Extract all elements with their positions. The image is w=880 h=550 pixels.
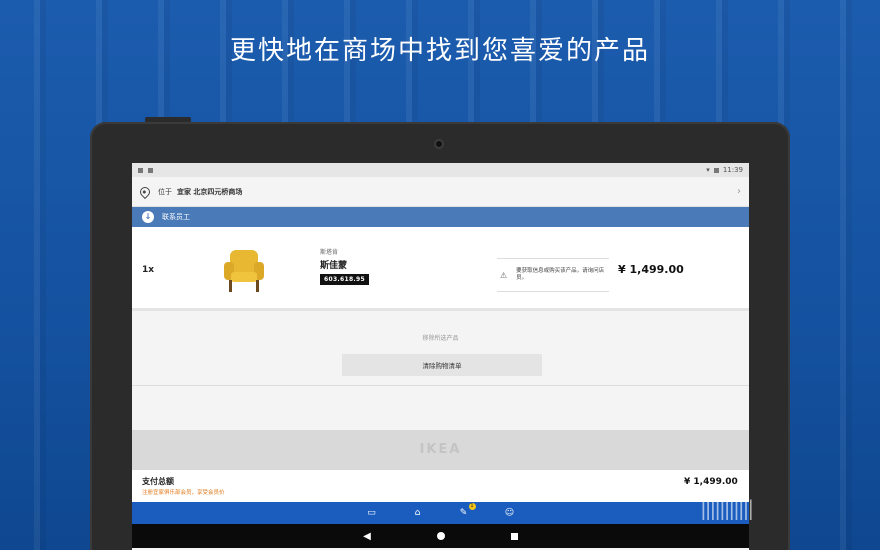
system-navigation: ◀ [132, 524, 749, 548]
product-name: 斯佳蒙 [320, 261, 348, 271]
home-icon[interactable] [436, 532, 445, 540]
app-screen: ▾ 11:39 位于 宜家 北京四元桥商场 › ↓ 联系员工 1x 斯塔肯 斯佳… [132, 163, 749, 550]
bottom-navigation: ▭ ⌂ ✎ 1 ☺ [132, 502, 749, 524]
promo-headline: 更快地在商场中找到您喜爱的产品 [229, 36, 650, 66]
status-time: 11:39 [722, 166, 743, 174]
total-label: 支付总额 [142, 477, 174, 486]
shopping-list-icon[interactable]: ✎ 1 [456, 503, 476, 520]
brand-band: IKEA [132, 430, 749, 470]
image-icon [148, 167, 153, 173]
store-name: 宜家 北京四元桥商场 [177, 187, 243, 196]
profile-icon[interactable]: ☺ [502, 506, 518, 520]
total-band: 支付总额 注册宜家俱乐部会员，享受会员价 ¥ 1,499.00 [132, 470, 749, 502]
location-prefix: 位于 [158, 187, 172, 196]
watermark-decoration: ||||||||||| [700, 496, 754, 520]
products-icon[interactable]: ⌂ [410, 506, 426, 520]
warning-icon: ⚠ [499, 270, 508, 280]
product-price: ¥ 1,499.00 [618, 263, 684, 276]
list-actions: 移除所选产品 清除购物清单 [132, 311, 749, 386]
store-location-row[interactable]: 位于 宜家 北京四元桥商场 › [132, 177, 749, 207]
ikea-logo: IKEA [419, 442, 462, 457]
remove-selected-link[interactable]: 移除所选产品 [132, 333, 749, 342]
staff-notice: ⚠ 要获取信息或购买该产品，请询问店员。 [497, 258, 609, 292]
down-arrow-icon: ↓ [142, 211, 154, 223]
status-right: ▾ 11:39 [706, 166, 743, 174]
product-quantity: 1x [142, 265, 155, 275]
signal-icon: ▾ [706, 166, 710, 174]
location-pin-icon [137, 184, 153, 199]
list-count-badge: 1 [468, 503, 476, 510]
product-card[interactable]: 1x 斯塔肯 斯佳蒙 603.618.95 ⚠ 要获取信息或购买该产品，请询问店… [132, 227, 749, 311]
battery-icon [713, 167, 719, 173]
front-camera [434, 139, 444, 149]
status-bar: ▾ 11:39 [132, 163, 749, 177]
recent-apps-icon[interactable] [510, 532, 518, 540]
article-number-badge: 603.618.95 [320, 274, 369, 285]
store-map-icon[interactable]: ▭ [364, 506, 380, 520]
membership-offer-text[interactable]: 注册宜家俱乐部会员，享受会员价 [142, 488, 225, 496]
total-price: ¥ 1,499.00 [684, 477, 738, 487]
notice-text: 要获取信息或购买该产品，请询问店员。 [516, 267, 605, 281]
notification-icon [138, 167, 143, 173]
chevron-right-icon: › [737, 186, 741, 197]
back-icon[interactable]: ◀ [363, 531, 371, 542]
status-left [138, 167, 153, 173]
product-image [224, 250, 264, 292]
contact-staff-label: 联系员工 [162, 213, 190, 221]
empty-space [132, 386, 749, 430]
clear-list-button[interactable]: 清除购物清单 [342, 354, 542, 376]
contact-staff-bar[interactable]: ↓ 联系员工 [132, 207, 749, 227]
product-series: 斯塔肯 [320, 249, 339, 256]
